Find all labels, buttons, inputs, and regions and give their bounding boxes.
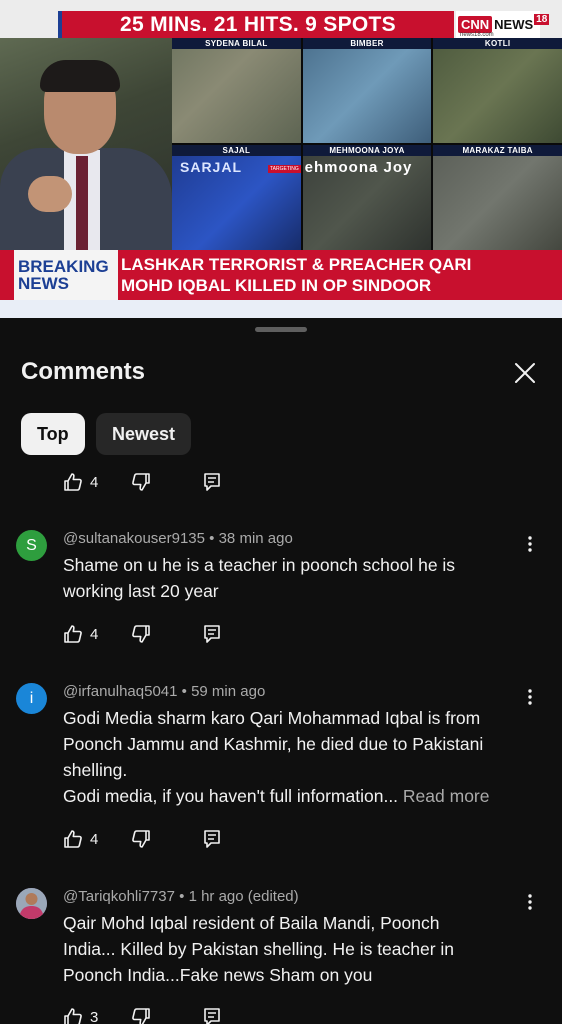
- video-headline-bar: 25 MINs. 21 HITS. 9 SPOTS: [58, 11, 454, 38]
- comments-sheet: Comments Top Newest 4 S @sultanakouser91…: [0, 318, 562, 1024]
- reply-icon: [204, 1008, 220, 1024]
- breaking-news-text: LASHKAR TERRORIST & PREACHER QARI MOHD I…: [121, 255, 472, 295]
- channel-logo: CNN NEWS 18 news18.com: [456, 11, 550, 38]
- avatar[interactable]: S: [16, 530, 47, 561]
- thumbs-up-icon: [64, 625, 82, 643]
- more-vert-icon: [528, 536, 532, 552]
- close-button[interactable]: [510, 358, 540, 388]
- filter-chip-newest[interactable]: Newest: [96, 413, 192, 455]
- avatar[interactable]: i: [16, 683, 47, 714]
- more-vert-icon: [528, 894, 532, 910]
- satellite-grid: SYDENA BILAL BIMBER KOTLI SAJAL SARJAL T…: [172, 38, 562, 250]
- thumbs-up-icon: [64, 1008, 82, 1024]
- comment-actions: 3: [63, 1004, 221, 1024]
- comment-author[interactable]: @Tariqkohli7737: [63, 888, 175, 905]
- filter-chip-top[interactable]: Top: [21, 413, 85, 455]
- thumbs-down-icon: [132, 625, 150, 643]
- dislike-button[interactable]: [131, 472, 203, 492]
- user-photo-icon: [16, 888, 47, 919]
- comment-text: Shame on u he is a teacher in poonch sch…: [63, 555, 456, 601]
- anchor-frame: [0, 38, 172, 250]
- thumbs-down-icon: [132, 473, 150, 491]
- like-button[interactable]: 4: [63, 624, 131, 644]
- like-button[interactable]: 4: [63, 472, 131, 492]
- like-button[interactable]: 4: [63, 829, 131, 849]
- breaking-news-strap: BREAKING NEWS LASHKAR TERRORIST & PREACH…: [0, 250, 562, 300]
- satellite-tile: SYDENA BILAL: [172, 38, 301, 143]
- read-more-link[interactable]: Read more: [403, 786, 490, 806]
- more-vert-icon: [528, 689, 532, 705]
- reply-button[interactable]: [203, 1007, 221, 1024]
- comment-actions: 4: [63, 469, 221, 495]
- comment-time: 59 min ago: [191, 683, 266, 700]
- dislike-button[interactable]: [131, 1007, 203, 1024]
- thumbs-down-icon: [132, 1008, 150, 1024]
- comment-time: 1 hr ago (edited): [188, 888, 299, 905]
- satellite-tile: MARAKAZ TAIBA: [433, 145, 562, 250]
- comment-meta: @sultanakouser9135 • 38 min ago: [63, 530, 293, 547]
- comment-text: Godi Media sharm karo Qari Mohammad Iqba…: [63, 708, 490, 806]
- reply-button[interactable]: [203, 829, 221, 849]
- comment-actions: 4: [63, 826, 221, 852]
- comment-meta: @irfanulhaq5041 • 59 min ago: [63, 683, 266, 700]
- comment-author[interactable]: @sultanakouser9135: [63, 530, 205, 547]
- thumbs-up-icon: [64, 830, 82, 848]
- breaking-news-label: BREAKING NEWS: [14, 250, 118, 300]
- reply-icon: [204, 473, 220, 491]
- comment-time: 38 min ago: [218, 530, 293, 547]
- thumbs-up-icon: [64, 473, 82, 491]
- comment-text: Qair Mohd Iqbal resident of Baila Mandi,…: [63, 913, 455, 985]
- dislike-button[interactable]: [131, 624, 203, 644]
- reply-icon: [204, 625, 220, 643]
- comment-author[interactable]: @irfanulhaq5041: [63, 683, 177, 700]
- video-headline: 25 MINs. 21 HITS. 9 SPOTS: [120, 12, 396, 36]
- close-icon: [515, 363, 535, 383]
- reply-icon: [204, 830, 220, 848]
- like-button[interactable]: 3: [63, 1007, 131, 1024]
- sheet-title: Comments: [21, 358, 146, 385]
- reply-button[interactable]: [203, 624, 221, 644]
- satellite-tile: BIMBER: [302, 38, 432, 143]
- satellite-tile: MEHMOONA JOYA ehmoona Joy: [302, 145, 432, 250]
- news-ticker: [0, 300, 562, 318]
- comment-actions: 4: [63, 621, 221, 647]
- drag-handle[interactable]: [255, 327, 307, 332]
- comment-meta: @Tariqkohli7737 • 1 hr ago (edited): [63, 888, 299, 905]
- satellite-tile: KOTLI: [433, 38, 562, 143]
- thumbs-down-icon: [132, 830, 150, 848]
- dislike-button[interactable]: [131, 829, 203, 849]
- video-player[interactable]: 25 MINs. 21 HITS. 9 SPOTS CNN NEWS 18 ne…: [0, 0, 562, 318]
- reply-button[interactable]: [203, 472, 221, 492]
- avatar[interactable]: [16, 888, 47, 919]
- satellite-tile: SAJAL SARJAL TARGETING: [172, 145, 301, 250]
